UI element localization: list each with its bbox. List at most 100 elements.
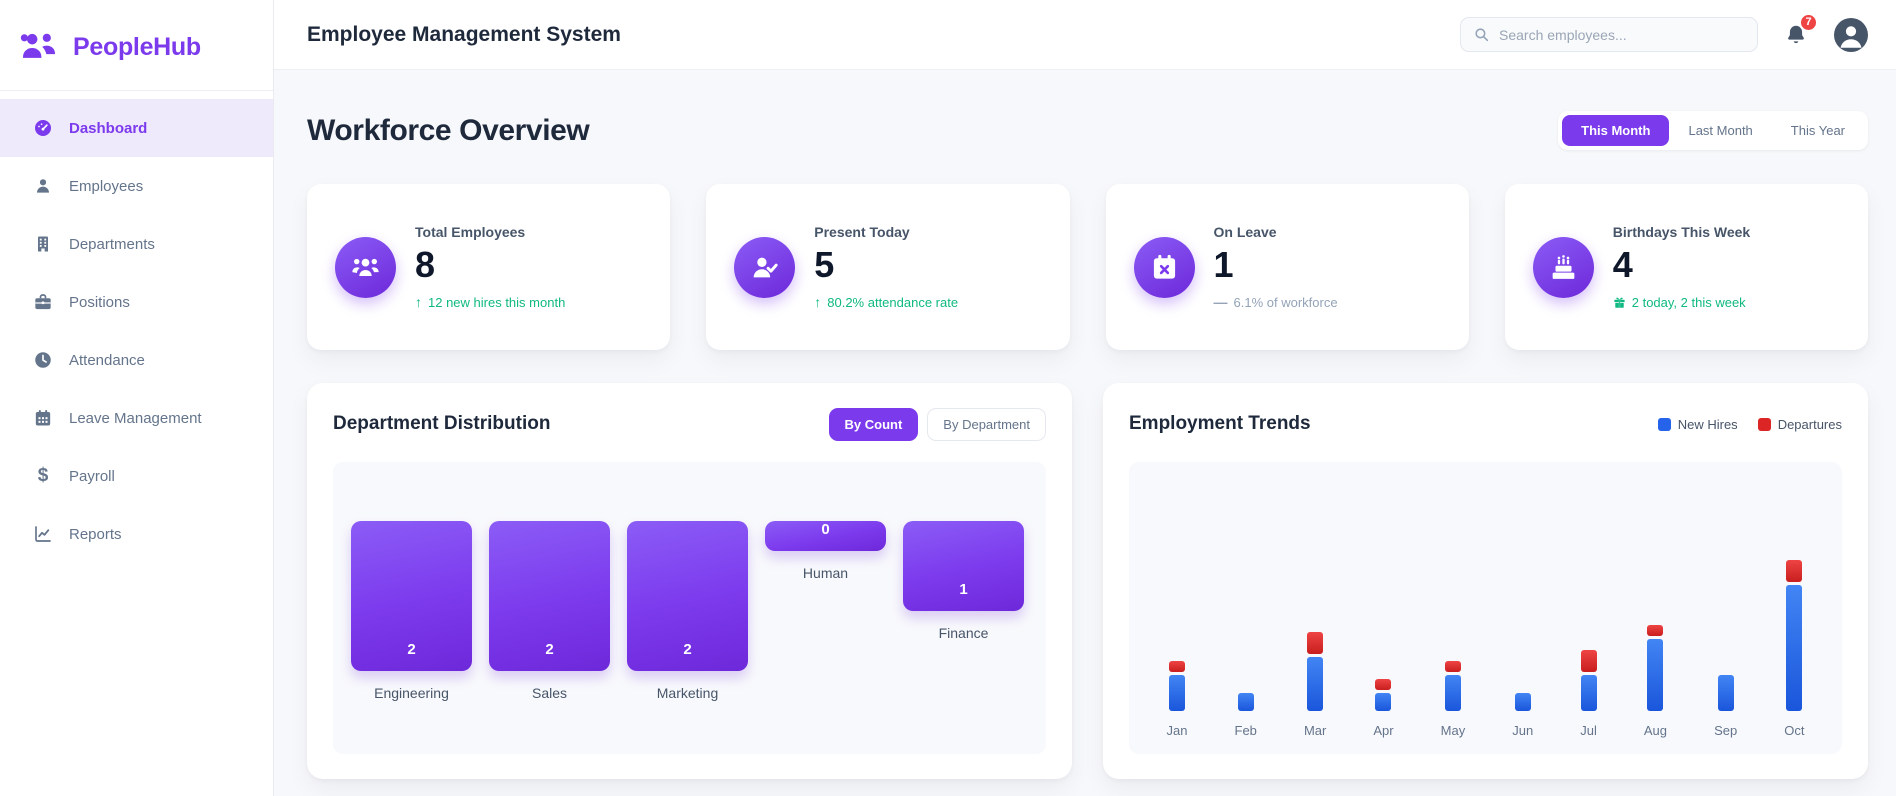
search-input[interactable] bbox=[1499, 26, 1745, 43]
stat-subtext: ↑ 80.2% attendance rate bbox=[814, 294, 959, 311]
sidebar-item-label: Leave Management bbox=[69, 409, 202, 427]
stat-subtext: ↑ 12 new hires this month bbox=[415, 294, 566, 311]
trend-bars: Jan Feb Mar Apr May Jun Jul Aug Sep Oct bbox=[1129, 462, 1842, 754]
dept-bar[interactable]: 2 bbox=[351, 521, 472, 671]
tab-this-year[interactable]: This Year bbox=[1772, 115, 1864, 146]
stat-label: Birthdays This Week bbox=[1612, 224, 1751, 241]
department-bars: 2 Engineering 2 Sales 2 Marketing 0 Human 1 Finan… bbox=[333, 462, 1046, 754]
new-hires-bar[interactable] bbox=[1375, 693, 1392, 711]
stat-label: Present Today bbox=[814, 223, 910, 240]
departures-bar[interactable] bbox=[1307, 632, 1324, 654]
sidebar-item-positions[interactable]: Positions bbox=[0, 273, 273, 331]
briefcase-icon bbox=[35, 294, 51, 310]
dept-bar-label: Marketing bbox=[656, 685, 719, 701]
month-label: Feb bbox=[1234, 723, 1257, 738]
user-icon bbox=[37, 179, 49, 193]
departures-bar[interactable] bbox=[1444, 661, 1461, 672]
new-hires-bar[interactable] bbox=[1444, 675, 1461, 711]
departures-bar[interactable] bbox=[1580, 650, 1597, 672]
period-tabs: This Month Last Month This Year bbox=[1558, 111, 1868, 150]
dept-bar-group: 2 Sales bbox=[489, 521, 610, 701]
new-hires-bar[interactable] bbox=[1514, 693, 1531, 711]
new-hires-bar[interactable] bbox=[1717, 675, 1734, 711]
stat-value: 5 bbox=[814, 243, 835, 285]
dept-bar[interactable]: 2 bbox=[489, 521, 610, 671]
stat-value: 4 bbox=[1612, 244, 1633, 286]
toggle-by-count[interactable]: By Count bbox=[828, 407, 919, 441]
dept-bar[interactable]: 0 bbox=[765, 521, 886, 551]
tab-last-month[interactable]: Last Month bbox=[1669, 115, 1771, 146]
charts-row: Department Distribution By Count By Depa… bbox=[307, 383, 1868, 779]
employment-trends-panel: Employment Trends New Hires Departures J… bbox=[1103, 383, 1868, 779]
building-icon bbox=[38, 236, 48, 252]
dept-bar[interactable]: 1 bbox=[903, 521, 1024, 611]
user-avatar[interactable] bbox=[1834, 17, 1868, 52]
dept-bar-value: 0 bbox=[821, 521, 830, 538]
trend-bar-group: Sep bbox=[1714, 675, 1737, 738]
chart-line-icon bbox=[35, 526, 51, 542]
stat-subtext: 2 today, 2 this week bbox=[1613, 295, 1750, 310]
new-hires-bar[interactable] bbox=[1169, 675, 1185, 711]
trend-bar-group: Jun bbox=[1512, 693, 1533, 738]
dashboard-content: Workforce Overview This Month Last Month… bbox=[274, 70, 1896, 796]
sidebar-item-payroll[interactable]: $ Payroll bbox=[0, 447, 273, 505]
notifications-button[interactable]: 7 bbox=[1784, 12, 1818, 47]
toggle-by-department[interactable]: By Department bbox=[927, 407, 1046, 441]
month-label: Jul bbox=[1580, 723, 1597, 738]
sidebar-item-dashboard[interactable]: Dashboard bbox=[0, 99, 273, 157]
month-label: Apr bbox=[1373, 723, 1394, 738]
sidebar-item-label: Departments bbox=[69, 235, 155, 253]
users-icon bbox=[335, 236, 396, 298]
search-box bbox=[1460, 17, 1758, 52]
dept-bar-group: 2 Engineering bbox=[351, 521, 472, 701]
new-hires-bar[interactable] bbox=[1307, 657, 1324, 711]
sidebar-item-employees[interactable]: Employees bbox=[0, 157, 273, 215]
new-hires-bar[interactable] bbox=[1580, 675, 1597, 711]
trend-bar-group: Apr bbox=[1373, 679, 1394, 738]
top-header: Employee Management System 7 bbox=[274, 0, 1896, 70]
new-hires-swatch-icon bbox=[1657, 417, 1671, 431]
departures-bar[interactable] bbox=[1375, 679, 1392, 690]
departures-bar[interactable] bbox=[1786, 560, 1803, 582]
trend-bar-group: Aug bbox=[1644, 625, 1667, 738]
dept-bar-value: 2 bbox=[407, 641, 416, 658]
sidebar-item-label: Reports bbox=[69, 525, 122, 543]
brand-name: PeopleHub bbox=[73, 32, 201, 61]
app-title: Employee Management System bbox=[307, 22, 621, 46]
trend-bar-group: May bbox=[1440, 661, 1466, 738]
stat-label: Total Employees bbox=[415, 223, 526, 240]
trends-legend: New Hires Departures bbox=[1657, 417, 1842, 432]
trend-bar-group: Jul bbox=[1580, 650, 1597, 738]
new-hires-bar[interactable] bbox=[1786, 585, 1803, 711]
sidebar-item-attendance[interactable]: Attendance bbox=[0, 331, 273, 389]
departures-bar[interactable] bbox=[1169, 661, 1185, 672]
legend-new-hires: New Hires bbox=[1657, 417, 1738, 432]
trend-bar-group: Feb bbox=[1235, 693, 1257, 738]
panel-title: Department Distribution bbox=[333, 413, 551, 434]
dept-bar[interactable]: 2 bbox=[627, 521, 748, 671]
stat-card-birthdays: Birthdays This Week 4 2 today, 2 this we… bbox=[1504, 184, 1868, 350]
month-label: Jan bbox=[1166, 723, 1188, 738]
department-view-toggles: By Count By Department bbox=[828, 407, 1046, 441]
gift-icon bbox=[1614, 297, 1625, 308]
departures-bar[interactable] bbox=[1647, 625, 1664, 636]
month-label: May bbox=[1440, 723, 1466, 738]
tab-this-month[interactable]: This Month bbox=[1562, 115, 1670, 146]
new-hires-bar[interactable] bbox=[1237, 693, 1254, 711]
sidebar-item-leave-management[interactable]: Leave Management bbox=[0, 389, 273, 447]
sidebar-item-reports[interactable]: Reports bbox=[0, 505, 273, 563]
brand-logo[interactable]: PeopleHub bbox=[0, 0, 273, 90]
dept-bar-label: Engineering bbox=[374, 685, 449, 701]
new-hires-bar[interactable] bbox=[1647, 639, 1664, 711]
sidebar-item-label: Attendance bbox=[69, 351, 145, 369]
sidebar-item-label: Payroll bbox=[69, 467, 115, 485]
cake-icon bbox=[1532, 236, 1594, 298]
sidebar-item-departments[interactable]: Departments bbox=[0, 215, 273, 273]
calendar-x-icon bbox=[1133, 236, 1195, 298]
dept-bar-group: 2 Marketing bbox=[627, 521, 748, 701]
dept-bar-label: Sales bbox=[531, 685, 568, 701]
gauge-icon bbox=[35, 120, 51, 136]
dept-bar-value: 1 bbox=[959, 581, 968, 598]
departures-swatch-icon bbox=[1757, 417, 1771, 431]
notification-badge: 7 bbox=[1799, 12, 1818, 32]
